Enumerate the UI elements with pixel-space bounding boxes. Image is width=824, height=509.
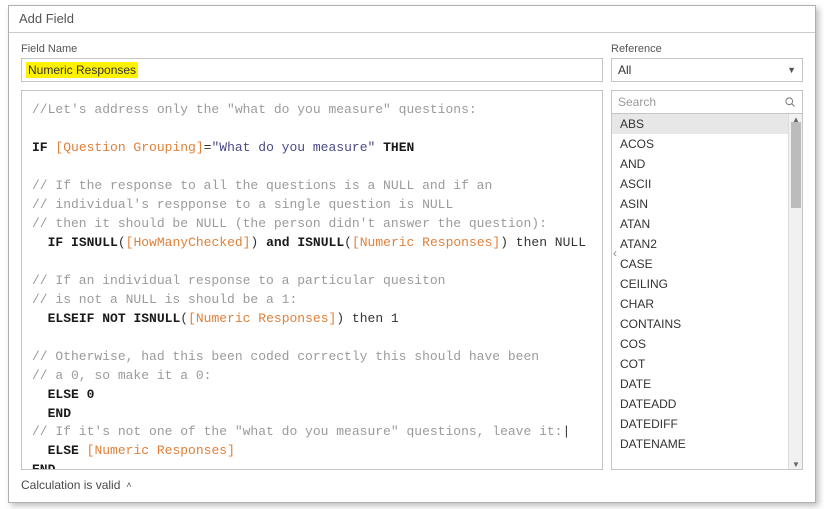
kw-then: THEN (383, 140, 414, 155)
search-icon (784, 96, 796, 108)
code-comment: // Otherwise, had this been coded correc… (32, 349, 539, 364)
function-item[interactable]: ACOS (612, 134, 802, 154)
string-lit: "What do you measure" (211, 140, 375, 155)
function-item[interactable]: CASE (612, 254, 802, 274)
code-comment: //Let's address only the "what do you me… (32, 102, 477, 117)
function-item[interactable]: CONTAINS (612, 314, 802, 334)
status-footer[interactable]: Calculation is valid ˄ (9, 470, 815, 502)
code-comment: // If it's not one of the "what do you m… (32, 424, 563, 439)
field-name-value: Numeric Responses (26, 62, 138, 78)
function-item[interactable]: COT (612, 354, 802, 374)
function-search-input[interactable]: Search (611, 90, 803, 114)
scroll-thumb[interactable] (791, 122, 801, 208)
function-item[interactable]: DATE (612, 374, 802, 394)
code-comment: // a 0, so make it a 0: (32, 368, 211, 383)
function-list-inner: ABSACOSANDASCIIASINATANATAN2CASECEILINGC… (612, 114, 802, 454)
function-item[interactable]: DATEDIFF (612, 414, 802, 434)
code-text: then 1 (344, 311, 399, 326)
function-item[interactable]: ATAN2 (612, 234, 802, 254)
paren: ( (118, 235, 126, 250)
paren: ) (336, 311, 344, 326)
chevron-down-icon: ▼ (787, 65, 796, 75)
function-item[interactable]: AND (612, 154, 802, 174)
function-item[interactable]: ASCII (612, 174, 802, 194)
function-item[interactable]: ATAN (612, 214, 802, 234)
function-item[interactable]: DATENAME (612, 434, 802, 454)
field-name-input[interactable]: Numeric Responses (21, 58, 603, 82)
code-comment: // If an individual response to a partic… (32, 273, 445, 288)
field-ref: [Numeric Responses] (188, 311, 336, 326)
kw-else-0: ELSE 0 (48, 387, 95, 402)
field-name-label: Field Name (21, 43, 603, 55)
kw-else: ELSE (48, 443, 79, 458)
indent (32, 235, 48, 250)
reference-pane: Reference All ▼ Search ABSACOSANDASCIIAS… (611, 43, 803, 470)
paren: ( (180, 311, 188, 326)
kw-not: NOT (102, 311, 125, 326)
indent (32, 311, 48, 326)
kw-and: and (266, 235, 289, 250)
kw-if: IF (48, 235, 64, 250)
function-item[interactable]: ASIN (612, 194, 802, 214)
reference-selected-value: All (618, 63, 631, 77)
field-ref: [Question Grouping] (55, 140, 203, 155)
function-list[interactable]: ABSACOSANDASCIIASINATANATAN2CASECEILINGC… (611, 114, 803, 470)
code-comment: // then it should be NULL (the person di… (32, 216, 547, 231)
dialog-title: Add Field (9, 6, 815, 33)
code-text: then NULL (508, 235, 586, 250)
function-item[interactable]: CHAR (612, 294, 802, 314)
indent (32, 443, 48, 458)
paren: ) (250, 235, 258, 250)
indent (32, 406, 48, 421)
search-placeholder: Search (618, 95, 656, 109)
field-ref: [Numeric Responses] (87, 443, 235, 458)
field-ref: [HowManyChecked] (126, 235, 251, 250)
chevron-up-icon: ˄ (126, 480, 131, 490)
paren: ) (500, 235, 508, 250)
text-cursor: | (563, 424, 571, 439)
kw-end: END (48, 406, 71, 421)
paren: ( (344, 235, 352, 250)
kw-end: END (32, 462, 55, 470)
reference-label: Reference (611, 43, 803, 55)
fn-isnull: ISNULL (133, 311, 180, 326)
fn-isnull: ISNULL (297, 235, 344, 250)
kw-elseif: ELSEIF (48, 311, 95, 326)
field-ref: [Numeric Responses] (352, 235, 500, 250)
function-item[interactable]: ABS (612, 114, 802, 134)
function-item[interactable]: COS (612, 334, 802, 354)
function-item[interactable]: DATEADD (612, 394, 802, 414)
code-comment: // individual's respponse to a single qu… (32, 197, 453, 212)
fn-isnull: ISNULL (71, 235, 118, 250)
left-pane: Field Name Numeric Responses //Let's add… (21, 43, 603, 470)
kw-if: IF (32, 140, 48, 155)
code-comment: // is not a NULL is should be a 1: (32, 292, 297, 307)
indent (32, 387, 48, 402)
function-item[interactable]: CEILING (612, 274, 802, 294)
code-comment: // If the response to all the questions … (32, 178, 492, 193)
formula-editor[interactable]: //Let's address only the "what do you me… (21, 90, 603, 470)
scroll-down-arrow-icon[interactable]: ▼ (789, 459, 803, 469)
add-field-dialog: Add Field Field Name Numeric Responses /… (8, 5, 816, 503)
dialog-body: Field Name Numeric Responses //Let's add… (9, 33, 815, 470)
scrollbar[interactable]: ▲ ▼ (788, 114, 802, 469)
calculation-status: Calculation is valid (21, 478, 120, 492)
reference-category-select[interactable]: All ▼ (611, 58, 803, 82)
